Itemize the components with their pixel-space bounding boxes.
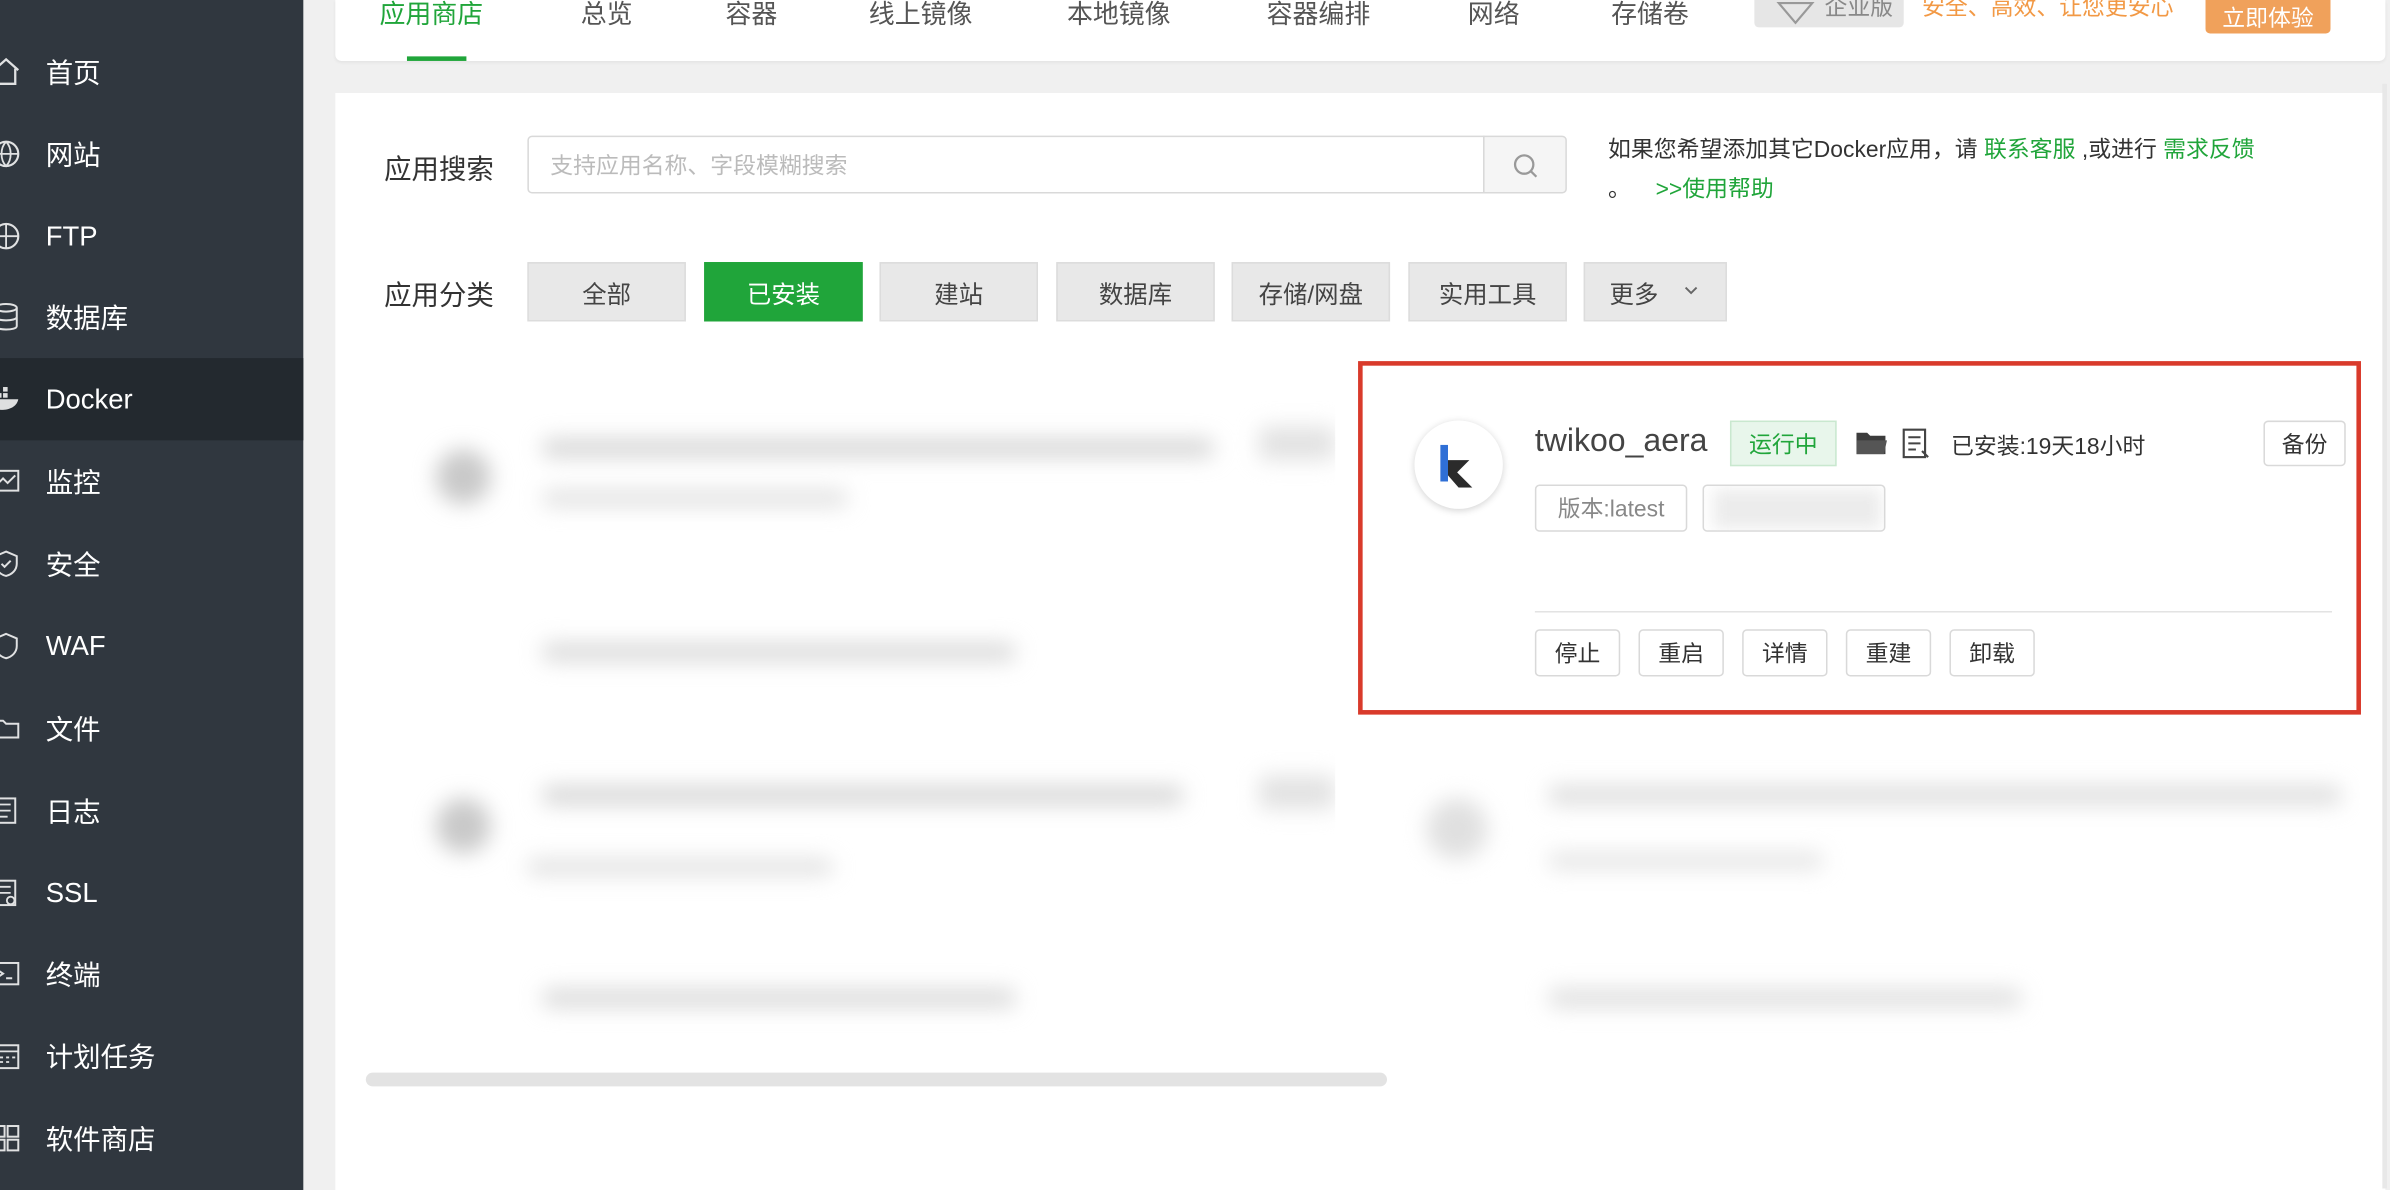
category-installed[interactable]: 已安装 <box>704 262 863 322</box>
contact-support-link[interactable]: 联系客服 <box>1984 137 2075 163</box>
ssl-icon <box>0 879 17 907</box>
promo-slogan: 安全、高效、让您更安心 <box>1922 0 2174 22</box>
sidebar-item-ftp[interactable]: FTP <box>0 195 303 277</box>
apps-icon <box>0 1125 20 1152</box>
chevron-down-icon <box>1684 286 1698 295</box>
sidebar-item-label: 首页 <box>45 57 101 89</box>
enterprise-label: 企业版 <box>1824 0 1894 22</box>
category-tools[interactable]: 实用工具 <box>1408 262 1567 322</box>
sidebar-item-label: 安全 <box>45 550 101 581</box>
search-icon <box>1513 154 1538 178</box>
tip-prefix: 如果您希望添加其它Docker应用，请 <box>1608 137 1978 164</box>
tab-compose[interactable]: 容器编排 <box>1267 0 1371 38</box>
sidebar: 首页 网站 FTP 数据库 Docker 监控 安全 WAF 文件 日志 SSL… <box>0 0 304 1190</box>
active-tab-indicator <box>406 56 467 61</box>
sidebar-item-terminal[interactable]: 终端 <box>0 933 303 1015</box>
globe-icon <box>0 140 20 168</box>
sidebar-item-label: 日志 <box>45 796 101 828</box>
feedback-link[interactable]: 需求反馈 <box>2163 137 2254 163</box>
sidebar-item-ssl[interactable]: SSL <box>0 852 303 934</box>
search-input[interactable]: 支持应用名称、字段模糊搜索 <box>527 135 1485 194</box>
add-app-tip: 如果您希望添加其它Docker应用，请 联系客服 ,或进行 需求反馈 。 >>使… <box>1608 131 2324 210</box>
category-database[interactable]: 数据库 <box>1056 262 1215 322</box>
sidebar-item-label: SSL <box>45 876 98 908</box>
docker-app-store-page: 首页 网站 FTP 数据库 Docker 监控 安全 WAF 文件 日志 SSL… <box>0 0 2390 1190</box>
sidebar-item-label: Docker <box>45 383 133 414</box>
diamond-icon <box>1776 1 1815 25</box>
sidebar-item-label: 监控 <box>45 467 101 499</box>
sidebar-item-security[interactable]: 安全 <box>0 523 303 605</box>
sidebar-item-cron[interactable]: 计划任务 <box>0 1015 303 1097</box>
ftp-icon <box>0 222 20 250</box>
sidebar-item-label: FTP <box>45 220 98 251</box>
sidebar-item-label: 软件商店 <box>45 1124 156 1155</box>
category-more-dropdown[interactable]: 更多 <box>1583 262 1727 322</box>
tab-overview[interactable]: 总览 <box>581 0 633 38</box>
tab-containers[interactable]: 容器 <box>726 0 778 38</box>
category-label: 应用分类 <box>384 280 494 311</box>
sidebar-item-database[interactable]: 数据库 <box>0 276 303 358</box>
category-site-building[interactable]: 建站 <box>879 262 1038 322</box>
sidebar-item-home[interactable]: 首页 <box>0 30 303 112</box>
category-all[interactable]: 全部 <box>527 262 686 322</box>
search-label: 应用搜索 <box>384 153 494 185</box>
tip-suffix: 。 <box>1608 176 1631 203</box>
try-now-button[interactable]: 立即体验 <box>2205 0 2331 34</box>
home-icon <box>0 57 20 85</box>
blurred-app-card <box>1380 737 2360 1098</box>
sidebar-item-waf[interactable]: WAF <box>0 605 303 687</box>
database-icon <box>0 302 18 331</box>
help-link[interactable]: >>使用帮助 <box>1656 177 1774 203</box>
tab-online-images[interactable]: 线上镜像 <box>869 0 973 38</box>
tab-app-store[interactable]: 应用商店 <box>380 0 484 38</box>
sidebar-item-label: 网站 <box>45 140 101 171</box>
sidebar-item-website[interactable]: 网站 <box>0 113 303 195</box>
horizontal-scrollbar[interactable] <box>365 1072 1388 1087</box>
waf-icon <box>0 632 18 660</box>
sidebar-item-docker[interactable]: Docker <box>0 358 304 441</box>
tip-middle: ,或进行 <box>2081 137 2157 164</box>
shield-icon <box>0 550 18 577</box>
sidebar-item-logs[interactable]: 日志 <box>0 769 303 851</box>
search-button[interactable] <box>1483 135 1567 194</box>
sidebar-item-label: 终端 <box>45 959 101 991</box>
tab-volumes[interactable]: 存储卷 <box>1611 0 1689 38</box>
scroll-edge <box>2382 83 2387 1189</box>
category-storage[interactable]: 存储/网盘 <box>1231 262 1391 322</box>
sidebar-item-monitor[interactable]: 监控 <box>0 440 303 522</box>
terminal-icon <box>0 961 20 986</box>
tab-network[interactable]: 网络 <box>1468 0 1520 38</box>
blurred-app-card <box>344 365 1336 720</box>
calendar-icon <box>0 1044 20 1070</box>
sidebar-item-files[interactable]: 文件 <box>0 687 303 769</box>
sidebar-item-label: 计划任务 <box>45 1042 156 1073</box>
tab-local-images[interactable]: 本地镜像 <box>1067 0 1171 38</box>
sidebar-item-label: 数据库 <box>45 303 129 334</box>
sidebar-item-label: WAF <box>45 630 106 661</box>
sidebar-item-app-store[interactable]: 软件商店 <box>0 1097 303 1179</box>
log-icon <box>0 797 17 824</box>
sidebar-item-label: 文件 <box>45 714 101 746</box>
monitor-icon <box>0 469 20 492</box>
highlight-box <box>1358 361 2361 715</box>
docker-icon <box>0 387 19 410</box>
blurred-app-card <box>344 737 1336 1055</box>
folder-icon <box>0 719 20 739</box>
more-label: 更多 <box>1609 282 1659 309</box>
